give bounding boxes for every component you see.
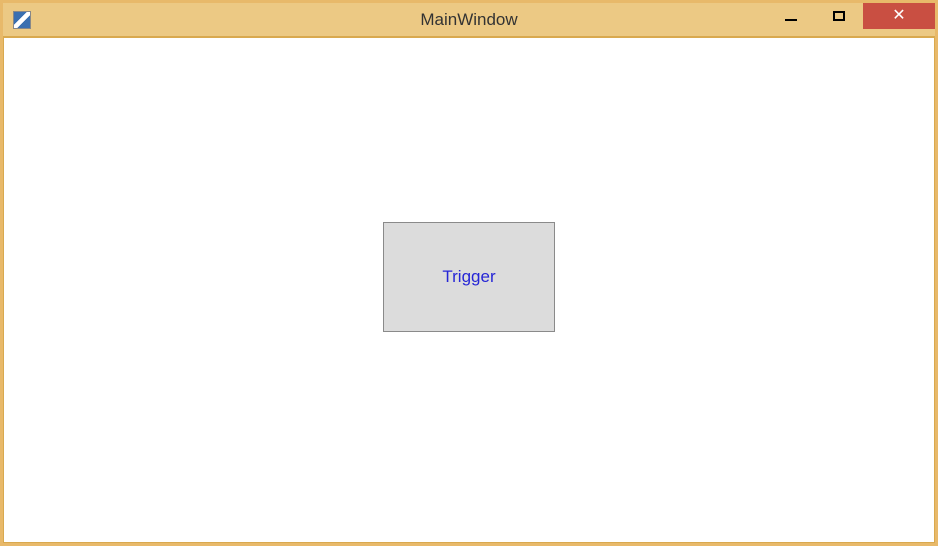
maximize-icon — [833, 11, 845, 21]
app-icon — [13, 11, 31, 29]
client-area: Trigger — [3, 37, 935, 543]
window-controls: ✕ — [767, 3, 935, 36]
minimize-icon — [785, 19, 797, 21]
minimize-button[interactable] — [767, 3, 815, 29]
window-title: MainWindow — [420, 10, 517, 30]
titlebar[interactable]: MainWindow ✕ — [3, 3, 935, 37]
close-button[interactable]: ✕ — [863, 3, 935, 29]
close-icon: ✕ — [892, 8, 905, 24]
trigger-button[interactable]: Trigger — [383, 222, 555, 332]
main-window: MainWindow ✕ Trigger — [0, 0, 938, 546]
maximize-button[interactable] — [815, 3, 863, 29]
